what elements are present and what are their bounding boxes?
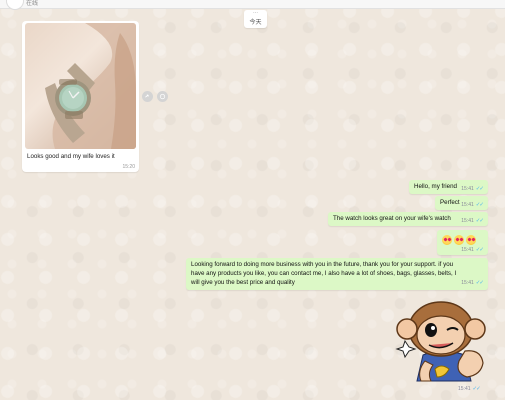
monkey-sticker[interactable] [395,293,487,383]
incoming-time: 15:20 [122,164,135,170]
outgoing-message[interactable]: Hello, my friend 15:41 ✓✓ [409,180,488,194]
message-meta: 15:41 ✓✓ [461,218,484,224]
date-divider-top: ... [252,9,258,15]
watch-photo[interactable] [25,23,136,149]
outgoing-long-message[interactable]: Looking forward to doing more business w… [186,258,488,290]
message-text: Looking forward to doing more business w… [191,261,457,286]
emoji-row [442,235,483,245]
message-time: 15:41 [461,186,474,192]
heart-eyes-emoji-icon [442,235,452,245]
message-time: 15:41 [461,280,474,286]
contact-avatar[interactable] [6,0,24,10]
outgoing-message[interactable]: The watch looks great on your wife's wat… [328,212,488,226]
incoming-caption: Looks good and my wife loves it [27,153,115,160]
message-meta: 15:41 ✓✓ [461,247,484,253]
emoji-icon[interactable] [157,91,168,102]
contact-status: 在线 [26,1,39,7]
read-receipt-icon: ✓✓ [475,186,484,192]
heart-eyes-emoji-icon [454,235,464,245]
incoming-image-message[interactable]: Looks good and my wife loves it 15:20 [22,21,139,172]
read-receipt-icon: ✓✓ [475,280,484,286]
read-receipt-icon: ✓✓ [472,385,481,392]
message-time: 15:41 [461,247,474,253]
message-meta: 15:41 ✓✓ [461,186,484,192]
read-receipt-icon: ✓✓ [475,218,484,224]
message-text: The watch looks great on your wife's wat… [333,215,451,222]
message-time: 15:41 [461,218,474,224]
read-receipt-icon: ✓✓ [475,202,484,208]
share-icon[interactable] [142,91,153,102]
outgoing-message[interactable]: Perfect 15:41 ✓✓ [435,196,488,210]
message-time: 15:41 [458,385,471,392]
message-meta: 15:41 ✓✓ [461,202,484,208]
message-text: Hello, my friend [414,183,457,190]
outgoing-emoji-message[interactable]: 15:41 ✓✓ [437,230,488,255]
read-receipt-icon: ✓✓ [475,247,484,253]
date-divider-label: 今天 [249,20,262,26]
heart-eyes-emoji-icon [466,235,476,245]
message-meta: 15:41 ✓✓ [461,279,484,288]
sticker-meta: 15:41 ✓✓ [458,384,488,393]
message-text: Perfect [440,199,460,206]
date-divider: ... 今天 [244,9,267,28]
chat-header: 在线 [0,0,505,10]
message-time: 15:41 [461,202,474,208]
media-actions [142,91,172,103]
